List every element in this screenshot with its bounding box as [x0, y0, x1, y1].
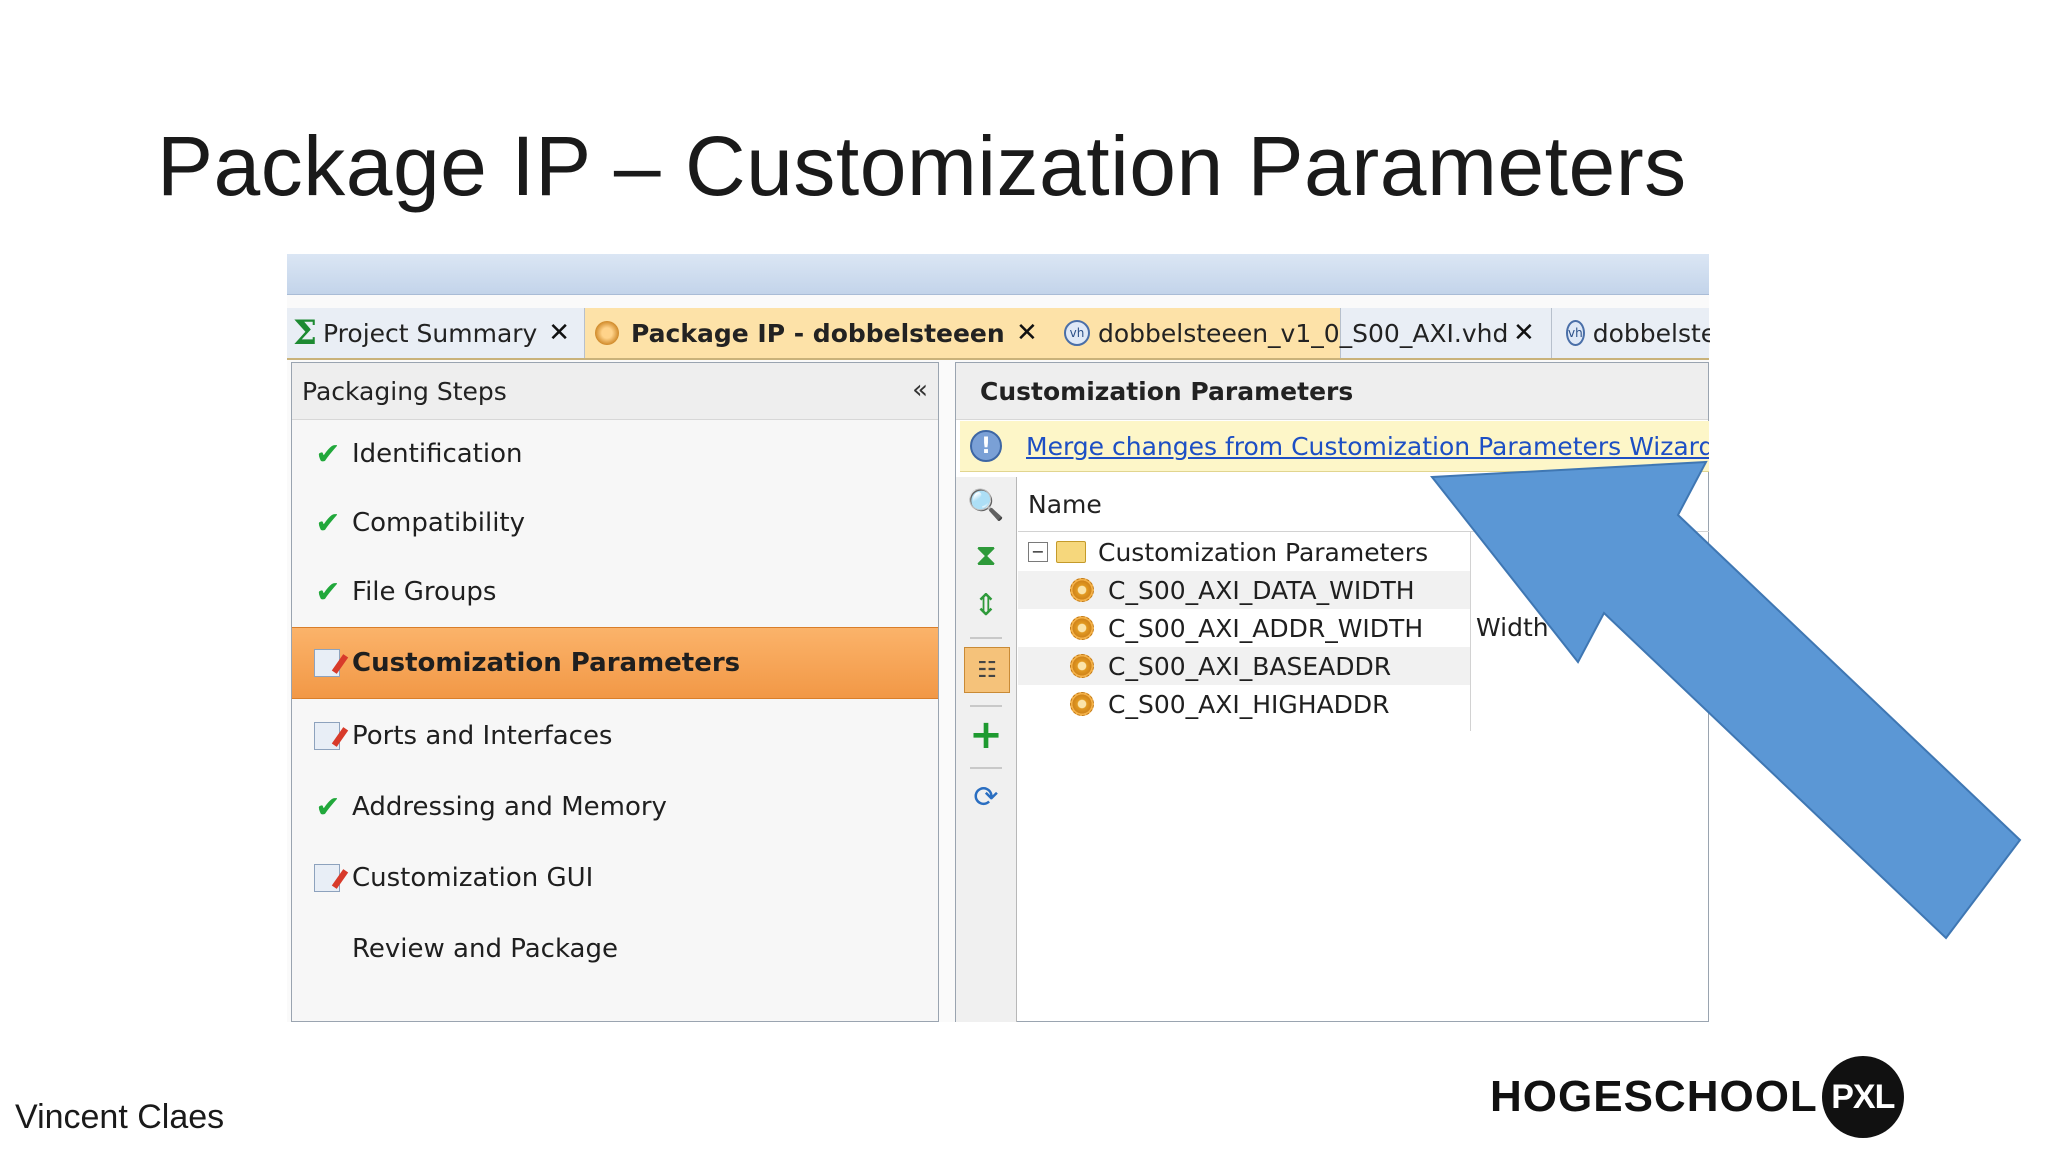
tab-label: Project Summary: [323, 318, 538, 348]
tree-root-row[interactable]: − Customization Parameters: [1018, 533, 1428, 571]
packaging-steps-panel: Packaging Steps « ✔ Identification ✔ Com…: [291, 362, 939, 1022]
packaging-steps-header: Packaging Steps «: [292, 363, 938, 420]
parameter-name: C_S00_AXI_ADDR_WIDTH: [1108, 613, 1424, 643]
package-ip-icon: [595, 321, 619, 345]
edit-document-icon: [314, 864, 340, 892]
column-name-label: Name: [1028, 489, 1102, 519]
author-name: Vincent Claes: [15, 1098, 225, 1136]
edit-document-icon: [314, 722, 340, 750]
parameter-name: C_S00_AXI_HIGHADDR: [1108, 689, 1390, 719]
step-label: Identification: [352, 439, 523, 469]
step-label: Review and Package: [352, 934, 618, 964]
step-addressing-and-memory[interactable]: ✔ Addressing and Memory: [292, 772, 938, 842]
hogeschool-pxl-logo: HOGESCHOOL PXL: [1490, 1055, 1904, 1139]
tab-label: Package IP - dobbelsteeen: [631, 318, 1005, 348]
tab-project-summary[interactable]: Σ Project Summary ✕: [287, 308, 585, 358]
tab-vhd-file[interactable]: vh dobbelsteeen_v1_0_S00_AXI.vhd ✕: [1054, 308, 1551, 358]
add-icon[interactable]: +: [964, 712, 1008, 758]
parameter-row[interactable]: C_S00_AXI_ADDR_WIDTH: [1018, 609, 1470, 647]
step-label: Customization GUI: [352, 863, 594, 893]
tab-label: dobbelsteeen_v1_0_S00_AXI.vhd: [1098, 318, 1509, 348]
step-identification[interactable]: ✔ Identification: [292, 419, 938, 489]
expand-all-icon[interactable]: ⇕: [964, 583, 1008, 627]
merge-changes-link[interactable]: Merge changes from Customization Paramet…: [1026, 432, 1709, 461]
parameter-row[interactable]: C_S00_AXI_HIGHADDR: [1018, 685, 1470, 723]
folder-icon: [1056, 541, 1086, 563]
close-icon[interactable]: ✕: [1513, 318, 1535, 348]
collapse-panel-icon[interactable]: «: [912, 375, 928, 405]
collapse-node-icon[interactable]: −: [1028, 542, 1048, 562]
parameters-tree: Name − Customization Parameters C_S00_AX…: [1018, 477, 1709, 731]
info-icon: !: [970, 430, 1002, 462]
checkmark-icon: ✔: [315, 789, 341, 825]
vhdl-file-icon: vh: [1064, 320, 1090, 346]
slide-title: Package IP – Customization Parameters: [157, 119, 1687, 213]
logo-text: HOGESCHOOL: [1490, 1072, 1818, 1121]
parameter-name: C_S00_AXI_DATA_WIDTH: [1108, 575, 1415, 605]
parameter-row[interactable]: C_S00_AXI_DATA_WIDTH: [1018, 571, 1470, 609]
customization-parameters-header: Customization Parameters: [956, 363, 1708, 420]
step-ports-and-interfaces[interactable]: Ports and Interfaces: [292, 701, 938, 771]
collapse-all-icon[interactable]: ⧗: [964, 533, 1008, 577]
parameter-name: C_S00_AXI_BASEADDR: [1108, 651, 1392, 681]
window-top-band: [287, 254, 1709, 295]
parameters-toolbar: 🔍 ⧗ ⇕ ☷ + ⟳: [956, 477, 1017, 1022]
checkmark-icon: ✔: [315, 505, 341, 541]
close-icon[interactable]: ✕: [1016, 318, 1038, 348]
parameter-row[interactable]: C_S00_AXI_BASEADDR: [1018, 647, 1470, 685]
step-label: File Groups: [352, 577, 497, 607]
vivado-screenshot: Σ Project Summary ✕ Package IP - dobbels…: [287, 254, 1709, 1022]
step-label: Ports and Interfaces: [352, 721, 613, 751]
sigma-icon: Σ: [293, 313, 318, 353]
parameter-gear-icon: [1070, 616, 1094, 640]
name-column-header[interactable]: Name: [1018, 477, 1709, 532]
hierarchy-icon[interactable]: ☷: [964, 647, 1010, 693]
refresh-icon[interactable]: ⟳: [964, 775, 1008, 819]
step-label: Customization Parameters: [352, 648, 741, 678]
close-icon[interactable]: ✕: [548, 318, 570, 348]
step-customization-gui[interactable]: Customization GUI: [292, 843, 938, 913]
step-label: Addressing and Memory: [352, 792, 667, 822]
step-label: Compatibility: [352, 508, 525, 538]
step-review-and-package[interactable]: Review and Package: [292, 914, 938, 984]
step-file-groups[interactable]: ✔ File Groups: [292, 557, 938, 627]
tab-label: dobbelste: [1592, 318, 1710, 348]
parameter-description: Width o: [1476, 613, 1572, 642]
checkmark-icon: ✔: [315, 436, 341, 472]
checkmark-icon: ✔: [315, 574, 341, 610]
parameter-gear-icon: [1070, 578, 1094, 602]
edit-document-icon: [314, 649, 340, 677]
logo-badge: PXL: [1821, 1056, 1904, 1138]
customization-parameters-panel: Customization Parameters ! Merge changes…: [955, 362, 1709, 1022]
merge-notification-bar: ! Merge changes from Customization Param…: [960, 421, 1709, 472]
tree-root-label: Customization Parameters: [1098, 537, 1429, 567]
vhdl-file-icon: vh: [1566, 320, 1585, 346]
search-icon[interactable]: 🔍: [964, 483, 1008, 527]
step-compatibility[interactable]: ✔ Compatibility: [292, 488, 938, 558]
parameter-gear-icon: [1070, 692, 1094, 716]
parameter-gear-icon: [1070, 654, 1094, 678]
tab-vhd-file-2[interactable]: vh dobbelste: [1551, 308, 1710, 358]
step-customization-parameters[interactable]: Customization Parameters: [292, 627, 938, 699]
packaging-steps-title: Packaging Steps: [302, 376, 507, 406]
